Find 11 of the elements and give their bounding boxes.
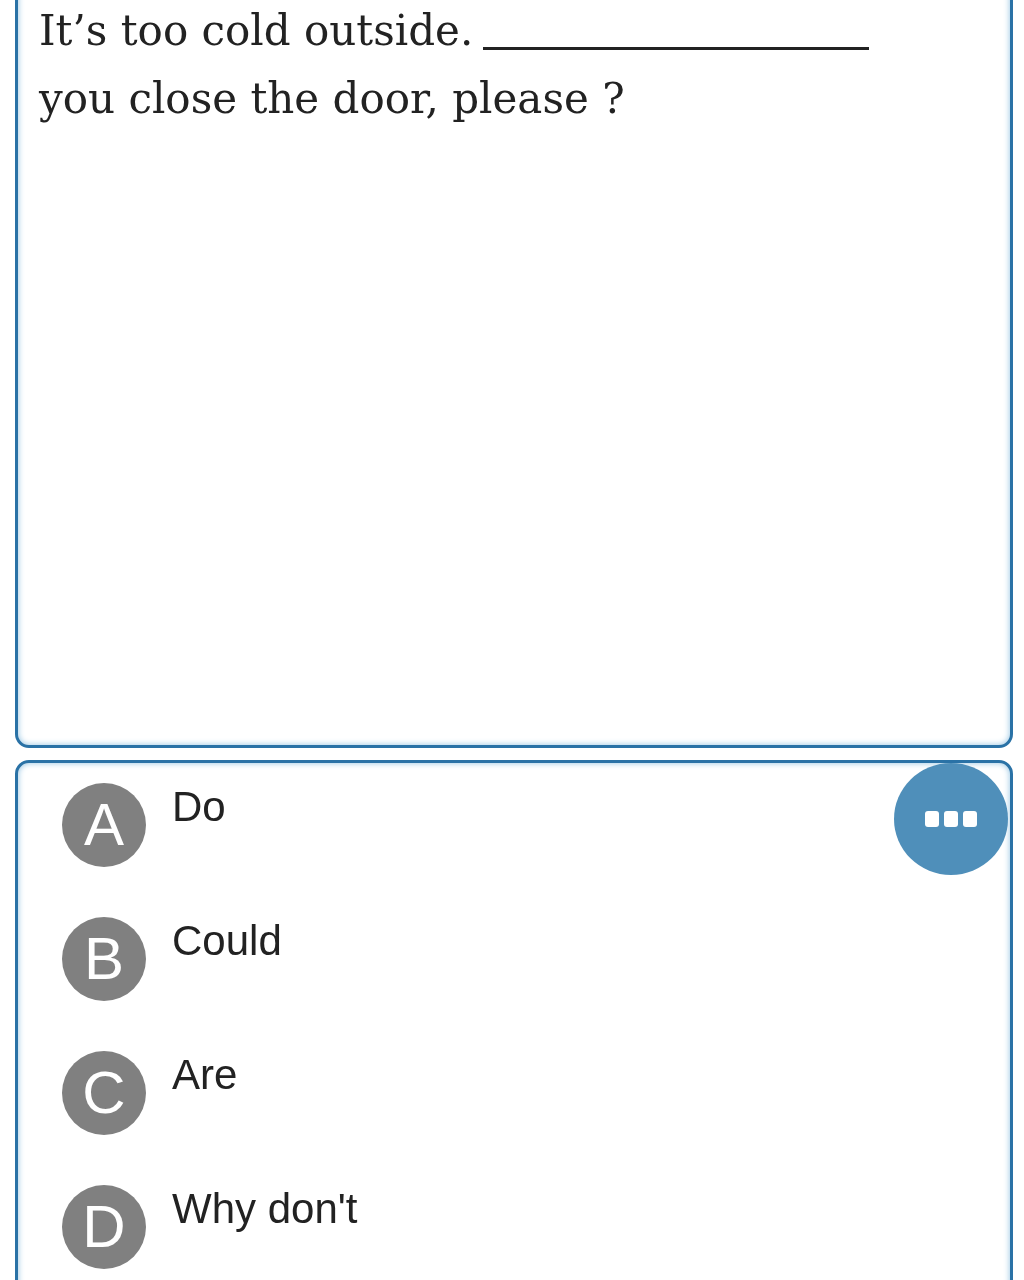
option-letter[interactable]: C xyxy=(62,1051,146,1135)
question-text: It’s too cold outside. xyxy=(39,6,474,55)
question-text: you close the door, please ? xyxy=(39,74,625,123)
option-letter[interactable]: A xyxy=(62,783,146,867)
option-text[interactable]: Do xyxy=(172,779,226,835)
option-text[interactable]: Are xyxy=(172,1047,238,1103)
option-letter[interactable]: D xyxy=(62,1185,146,1269)
more-icon xyxy=(925,810,977,828)
option-text[interactable]: Why don't xyxy=(172,1181,358,1237)
option-letter[interactable]: B xyxy=(62,917,146,1001)
option-text[interactable]: Could xyxy=(172,913,282,969)
